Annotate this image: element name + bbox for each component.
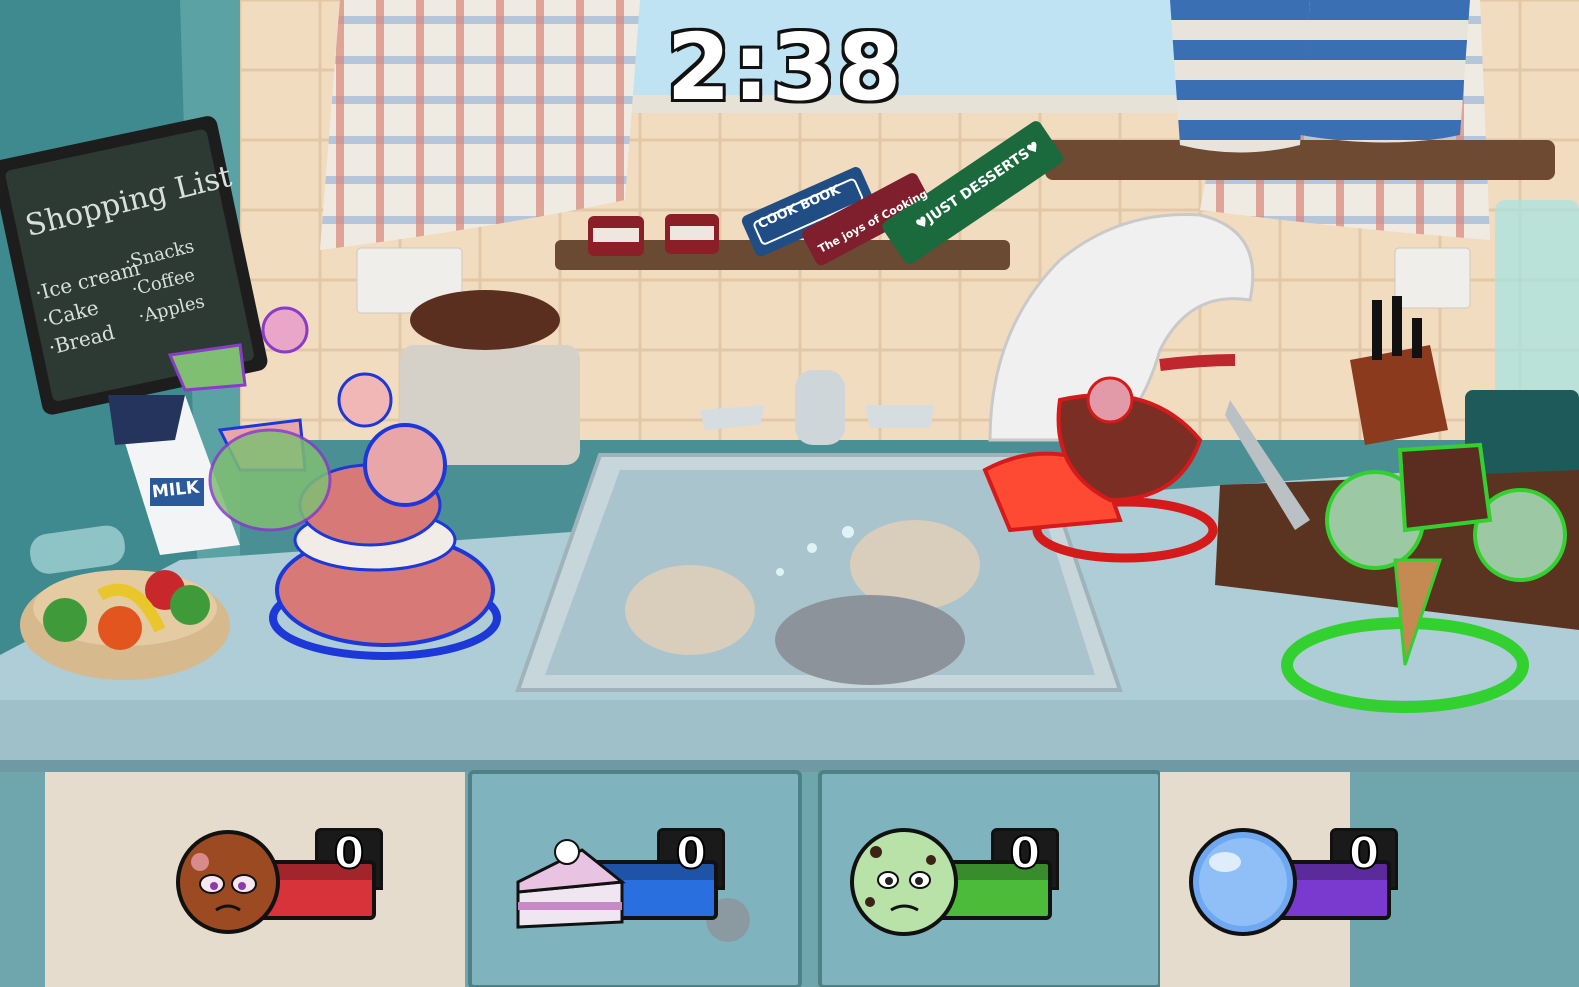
player-2-score: 0: [675, 827, 708, 880]
cake-slice-portrait-icon: [516, 839, 626, 929]
player-4-score: 0: [1348, 827, 1381, 880]
player-2-score-panel: 0: [512, 822, 725, 942]
player-3-score: 0: [1009, 827, 1042, 880]
mint-ice-cream-portrait-icon: [850, 828, 958, 936]
round-timer: 2:38: [664, 14, 904, 121]
player-4-score-panel: 0: [1185, 822, 1398, 942]
cookie-portrait-icon: [176, 830, 280, 934]
player-1-score-panel: 0: [170, 822, 383, 942]
player-1-score: 0: [333, 827, 366, 880]
bubble-portrait-icon: [1189, 828, 1297, 936]
player-3-score-panel: 0: [846, 822, 1059, 942]
